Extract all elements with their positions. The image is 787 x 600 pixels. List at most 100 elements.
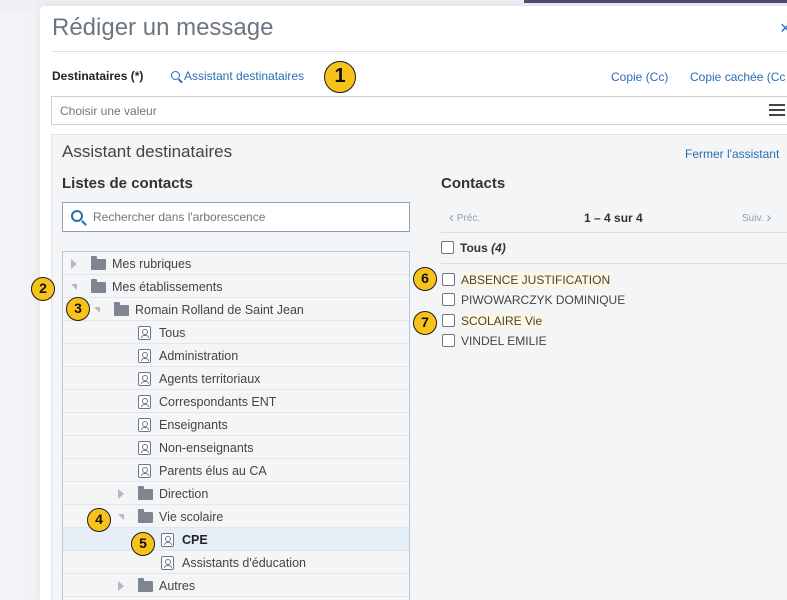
pager-next-label: Suiv. [742, 213, 764, 224]
folder-icon [91, 279, 106, 293]
tree-item-administration[interactable]: Administration [63, 344, 409, 367]
tree-item-non-enseignants[interactable]: Non-enseignants [63, 436, 409, 459]
tree-item-label: Agents territoriaux [159, 372, 261, 386]
select-all-count: (4) [491, 241, 506, 255]
tree-item-label: Direction [159, 487, 209, 501]
top-accent-bar [524, 0, 787, 3]
select-all-contacts[interactable]: Tous (4) [441, 241, 506, 255]
tree-item-tous[interactable]: Tous [63, 321, 409, 344]
contact-checkbox[interactable] [442, 293, 455, 306]
expand-arrow-icon[interactable] [118, 581, 124, 591]
divider [52, 51, 787, 52]
address-book-icon [138, 395, 151, 409]
tree-item-label: Mes rubriques [112, 257, 192, 271]
address-book-icon [138, 372, 151, 386]
address-book-icon [138, 326, 151, 340]
contact-checkbox[interactable] [442, 273, 455, 286]
modal-title: Rédiger un message [52, 14, 274, 41]
compose-modal: Rédiger un message × Destinataires (*) A… [40, 6, 787, 600]
tree-item-label: Enseignants [159, 418, 228, 432]
callout-badge-7: 7 [413, 311, 437, 335]
callout-badge-1: 1 [324, 61, 356, 93]
tree-item-autres[interactable]: Autres [63, 574, 409, 597]
address-book-icon [138, 349, 151, 363]
folder-icon [138, 486, 153, 500]
close-icon[interactable]: × [780, 18, 787, 39]
divider [441, 232, 787, 233]
chevron-left-icon: ‹ [449, 209, 454, 226]
contact-tree: Mes rubriques Mes établissements Romain … [62, 251, 410, 600]
callout-badge-4: 4 [87, 508, 111, 532]
contact-lists-heading: Listes de contacts [62, 175, 193, 192]
callout-badge-2: 2 [31, 277, 55, 301]
close-assistant-link[interactable]: Fermer l'assistant [685, 147, 779, 161]
tree-item-label: Autres [159, 579, 196, 593]
collapse-arrow-icon[interactable] [94, 307, 100, 313]
address-book-icon [161, 533, 174, 547]
tree-item-correspondants-ent[interactable]: Correspondants ENT [63, 390, 409, 413]
contact-item[interactable]: PIWOWARCZYK DOMINIQUE [442, 293, 625, 307]
select-all-checkbox[interactable] [441, 241, 454, 254]
tree-item-mes-etablissements[interactable]: Mes établissements [63, 275, 409, 298]
tree-item-label: Correspondants ENT [159, 395, 277, 409]
cc-link[interactable]: Copie (Cc) [611, 70, 668, 84]
select-all-label: Tous [460, 241, 488, 255]
pager-prev-label: Préc. [456, 213, 481, 224]
expand-arrow-icon[interactable] [71, 259, 77, 269]
tree-item-label: Tous [159, 326, 186, 340]
contact-name: PIWOWARCZYK DOMINIQUE [461, 293, 626, 307]
menu-icon[interactable] [769, 104, 785, 116]
bcc-link[interactable]: Copie cachée (Cc [690, 70, 785, 84]
tree-item-vie-scolaire[interactable]: Vie scolaire [63, 505, 409, 528]
tree-item-parents-elus[interactable]: Parents élus au CA [63, 459, 409, 482]
contact-checkbox[interactable] [442, 314, 455, 327]
tree-item-direction[interactable]: Direction [63, 482, 409, 505]
tree-item-romain-rolland[interactable]: Romain Rolland de Saint Jean [63, 298, 409, 321]
search-icon [71, 210, 83, 222]
tree-item-label: Administration [159, 349, 239, 363]
collapse-arrow-icon[interactable] [118, 514, 124, 520]
assistant-title: Assistant destinataires [62, 142, 233, 161]
tree-item-label: Mes établissements [112, 280, 223, 294]
recipient-assistant-link[interactable]: Assistant destinataires [171, 69, 304, 83]
folder-icon [138, 509, 153, 523]
address-book-icon [138, 441, 151, 455]
address-book-icon [138, 464, 151, 478]
tree-search [62, 202, 410, 232]
chevron-right-icon: › [766, 209, 772, 226]
tree-item-label: Non-enseignants [159, 441, 254, 455]
tree-item-label: Parents élus au CA [159, 464, 267, 478]
folder-icon [91, 256, 106, 270]
contact-item[interactable]: VINDEL EMILIE [442, 334, 547, 348]
tree-item-label: CPE [182, 533, 208, 547]
address-book-icon [138, 418, 151, 432]
callout-badge-3: 3 [66, 297, 90, 321]
tree-item-enseignants[interactable]: Enseignants [63, 413, 409, 436]
contact-name: SCOLAIRE Vie [461, 314, 543, 328]
tree-item-agents-territoriaux[interactable]: Agents territoriaux [63, 367, 409, 390]
recipients-input[interactable] [51, 96, 787, 125]
search-icon [171, 71, 180, 80]
contact-checkbox[interactable] [442, 334, 455, 347]
tree-search-input[interactable] [93, 203, 403, 231]
collapse-arrow-icon[interactable] [71, 284, 77, 290]
contact-item[interactable]: ABSENCE JUSTIFICATION [442, 273, 611, 287]
tree-item-assistants-education[interactable]: Assistants d'éducation [63, 551, 409, 574]
recipient-assistant-label: Assistant destinataires [184, 69, 305, 83]
divider [441, 263, 787, 264]
recipients-label: Destinataires (*) [52, 69, 144, 83]
recipient-assistant-panel: Assistant destinataires Fermer l'assista… [51, 134, 787, 600]
pager-prev-button[interactable]: ‹ Préc. [449, 209, 480, 226]
contact-name: ABSENCE JUSTIFICATION [461, 273, 611, 287]
callout-badge-6: 6 [413, 267, 437, 291]
address-book-icon [161, 556, 174, 570]
tree-item-cpe[interactable]: CPE [63, 528, 409, 551]
tree-item-label: Vie scolaire [159, 510, 224, 524]
contacts-heading: Contacts [441, 175, 506, 192]
tree-item-mes-rubriques[interactable]: Mes rubriques [63, 252, 409, 275]
expand-arrow-icon[interactable] [118, 489, 124, 499]
pager-next-button[interactable]: Suiv. › [742, 209, 771, 226]
contact-name: VINDEL EMILIE [461, 334, 547, 348]
folder-icon [138, 578, 153, 592]
contact-item[interactable]: SCOLAIRE Vie [442, 314, 543, 328]
